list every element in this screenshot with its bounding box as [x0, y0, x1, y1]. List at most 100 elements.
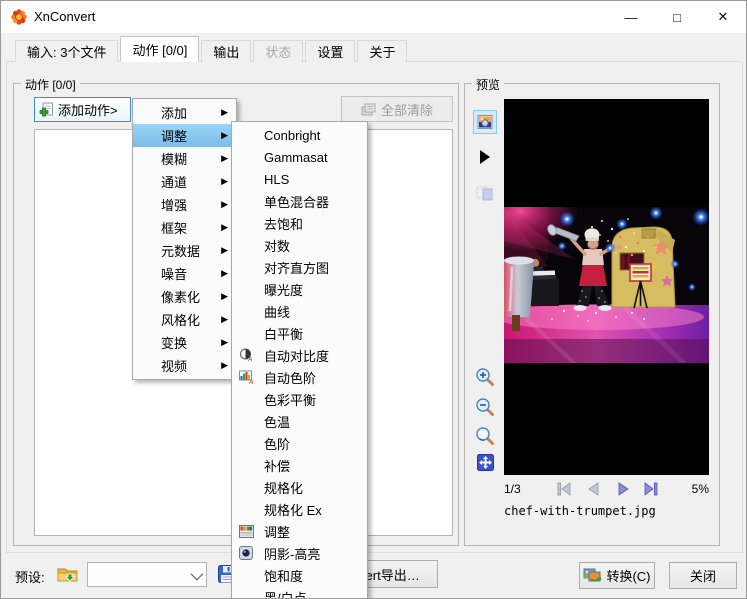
add-menu-item-9[interactable]: 风格化 ▶	[133, 308, 236, 331]
zoom-out-button[interactable]	[473, 395, 497, 419]
submenu-arrow-icon: ▶	[221, 291, 228, 301]
adjust-submenu-item-6[interactable]: 对齐直方图	[232, 256, 367, 278]
tab-3[interactable]: 状态	[253, 40, 304, 62]
add-menu-item-10[interactable]: 变换 ▶	[133, 331, 236, 354]
adjust-submenu-item-15[interactable]: 补偿	[232, 454, 367, 476]
tab-0[interactable]: 输入: 3个文件	[15, 40, 119, 62]
add-menu-item-4[interactable]: 增强 ▶	[133, 193, 236, 216]
zoom-actual-icon	[475, 426, 495, 446]
add-menu-item-2[interactable]: 模糊 ▶	[133, 147, 236, 170]
submenu-arrow-icon: ▶	[221, 337, 228, 347]
add-menu-item-5[interactable]: 框架 ▶	[133, 216, 236, 239]
shadow-highlight-icon	[238, 545, 254, 561]
adjust-submenu-item-0[interactable]: Conbright	[232, 124, 367, 146]
menu-item-label: 添加	[161, 106, 188, 121]
close-window-button[interactable]: ✕	[700, 1, 746, 33]
tab-4[interactable]: 设置	[305, 40, 356, 62]
adjust-submenu-item-7[interactable]: 曝光度	[232, 278, 367, 300]
adjust-submenu-item-14[interactable]: 色阶	[232, 432, 367, 454]
play-button[interactable]	[473, 145, 497, 169]
svg-text:A: A	[247, 357, 252, 363]
add-menu-item-8[interactable]: 像素化 ▶	[133, 285, 236, 308]
menu-item-label: 模糊	[161, 152, 188, 167]
clear-all-label: 全部清除	[380, 102, 433, 118]
adjust-submenu-item-13[interactable]: 色温	[232, 410, 367, 432]
close-button[interactable]: 关闭	[669, 562, 737, 589]
first-image-button[interactable]	[554, 480, 574, 498]
no-icon	[238, 391, 254, 407]
preset-label: 预设:	[15, 570, 45, 585]
adjust-submenu-item-4[interactable]: 去饱和	[232, 212, 367, 234]
submenu-arrow-icon: ▶	[221, 199, 228, 209]
folder-icon	[57, 565, 79, 583]
tab-5[interactable]: 关于	[357, 40, 408, 62]
submenu-arrow-icon: ▶	[221, 153, 228, 163]
fit-to-window-button[interactable]	[473, 450, 497, 474]
adjust-submenu-item-19[interactable]: 阴影-高亮	[232, 542, 367, 564]
tab-2[interactable]: 输出	[201, 40, 252, 62]
submenu-item-label: 曲线	[264, 304, 291, 320]
play-icon	[479, 150, 491, 164]
add-menu-item-3[interactable]: 通道 ▶	[133, 170, 236, 193]
add-menu-item-6[interactable]: 元数据 ▶	[133, 239, 236, 262]
next-image-button[interactable]	[613, 480, 633, 498]
adjust-submenu-item-18[interactable]: 调整	[232, 520, 367, 542]
maximize-button[interactable]: □	[654, 1, 700, 33]
add-menu-item-0[interactable]: 添加 ▶	[133, 101, 236, 124]
preview-group-title: 预览	[472, 76, 505, 93]
auto-levels-icon: A	[238, 369, 254, 385]
adjust-submenu-item-20[interactable]: 饱和度	[232, 564, 367, 586]
minimize-button[interactable]: —	[608, 1, 654, 33]
add-menu-item-7[interactable]: 噪音 ▶	[133, 262, 236, 285]
last-image-button[interactable]	[641, 480, 661, 498]
tab-1[interactable]: 动作 [0/0]	[120, 36, 200, 62]
add-menu-item-11[interactable]: 视频 ▶	[133, 354, 236, 377]
no-icon	[238, 413, 254, 429]
add-action-button[interactable]: 添加动作>	[34, 97, 131, 122]
zoom-in-icon	[475, 367, 495, 387]
adjust-submenu-item-10[interactable]: A 自动对比度	[232, 344, 367, 366]
no-icon	[238, 589, 254, 598]
zoom-in-button[interactable]	[473, 365, 497, 389]
convert-button[interactable]: 转换(C)	[579, 562, 655, 589]
chevron-down-icon	[190, 567, 204, 581]
preview-nav: 1/3 5%	[504, 480, 709, 500]
clear-all-button[interactable]: 全部清除	[341, 96, 453, 122]
adjust-submenu-item-11[interactable]: A 自动色阶	[232, 366, 367, 388]
adjust-submenu-item-1[interactable]: Gammasat	[232, 146, 367, 168]
add-menu-item-1[interactable]: 调整 ▶	[133, 124, 236, 147]
preview-image-toggle[interactable]	[473, 110, 497, 134]
submenu-item-label: 阴影-高亮	[264, 546, 321, 562]
adjust-submenu-item-16[interactable]: 规格化	[232, 476, 367, 498]
previous-image-button[interactable]	[584, 480, 604, 498]
zoom-out-icon	[475, 397, 495, 417]
compare-button[interactable]	[473, 181, 497, 205]
open-preset-button[interactable]	[55, 562, 81, 586]
preview-photo	[462, 171, 710, 365]
no-icon	[238, 127, 254, 143]
submenu-item-label: HLS	[264, 171, 290, 187]
compare-icon	[476, 184, 494, 202]
adjust-submenu-item-17[interactable]: 规格化 Ex	[232, 498, 367, 520]
adjust-submenu-item-9[interactable]: 白平衡	[232, 322, 367, 344]
menu-item-label: 通道	[161, 175, 188, 190]
submenu-item-label: 去饱和	[264, 216, 304, 232]
adjust-submenu-item-3[interactable]: 单色混合器	[232, 190, 367, 212]
submenu-item-label: 色温	[264, 414, 291, 430]
no-icon	[238, 567, 254, 583]
zoom-actual-button[interactable]	[473, 424, 497, 448]
adjust-submenu-item-5[interactable]: 对数	[232, 234, 367, 256]
adjust-submenu-item-21[interactable]: 黑/白点	[232, 586, 367, 599]
no-icon	[238, 435, 254, 451]
submenu-item-label: 单色混合器	[264, 194, 330, 210]
preview-filename: chef-with-trumpet.jpg	[504, 504, 656, 518]
adjust-submenu-item-12[interactable]: 色彩平衡	[232, 388, 367, 410]
submenu-item-label: 对数	[264, 238, 291, 254]
preset-combobox[interactable]	[87, 562, 207, 587]
add-action-label: 添加动作>	[58, 103, 118, 118]
no-icon	[238, 479, 254, 495]
no-icon	[238, 281, 254, 297]
submenu-item-label: Gammasat	[264, 149, 328, 165]
adjust-submenu-item-8[interactable]: 曲线	[232, 300, 367, 322]
adjust-submenu-item-2[interactable]: HLS	[232, 168, 367, 190]
